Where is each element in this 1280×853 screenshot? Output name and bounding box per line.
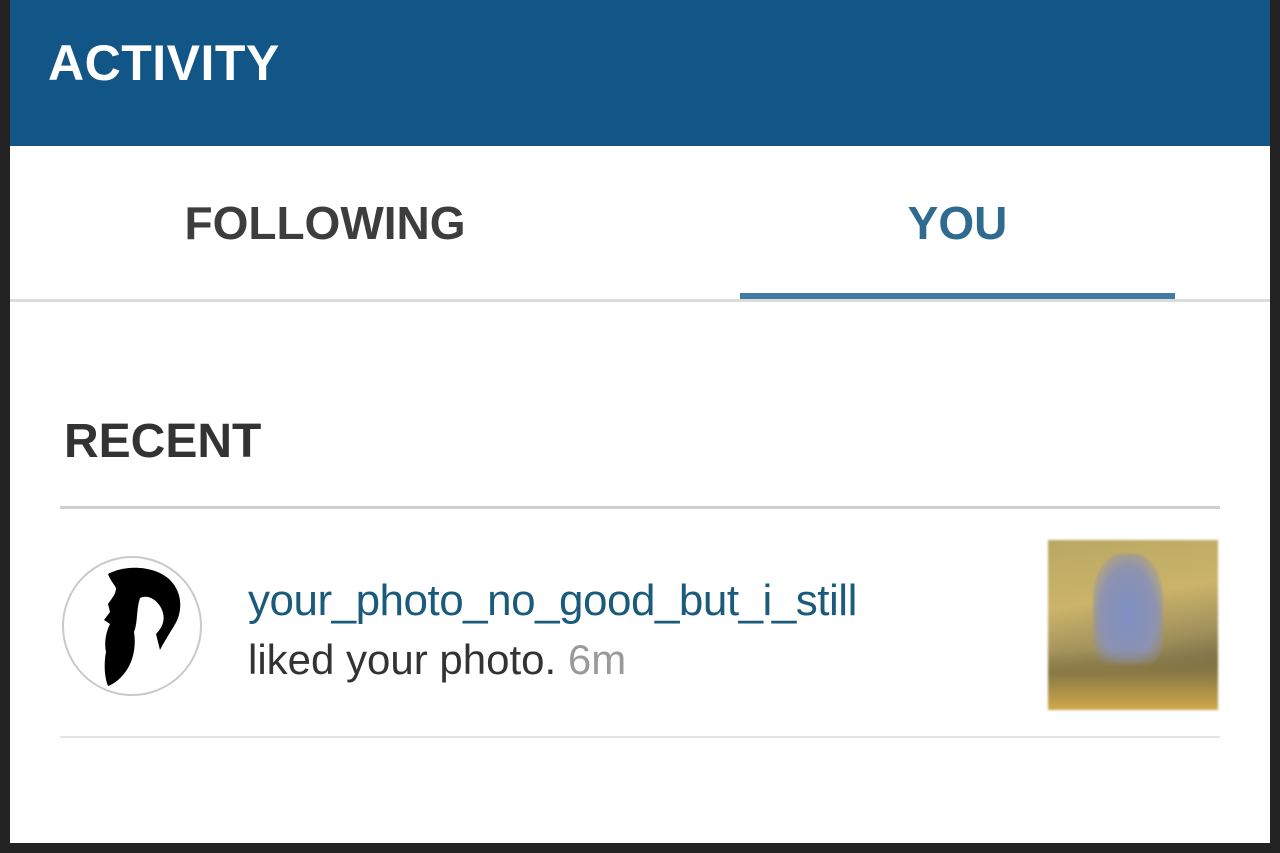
activity-timestamp: 6m (567, 636, 627, 683)
page-title: ACTIVITY (48, 35, 280, 91)
avatar[interactable] (62, 556, 202, 696)
section-divider (60, 506, 1220, 509)
activity-action: liked your photo. (248, 636, 557, 683)
list-divider (60, 736, 1220, 738)
thumbnail-figure (1093, 554, 1163, 664)
tab-you[interactable]: YOU (740, 146, 1175, 299)
thumbnail-ground (1048, 650, 1218, 710)
section-title-recent: RECENT (64, 415, 262, 468)
active-tab-indicator (740, 293, 1175, 299)
app-header: ACTIVITY (10, 0, 1270, 146)
activity-list-item[interactable]: your_photo_no_good_but_i_still liked you… (60, 520, 1220, 736)
activity-username-link[interactable]: your_photo_no_good_but_i_still (248, 576, 857, 626)
bearded-man-silhouette-icon (104, 567, 181, 686)
photo-thumbnail[interactable] (1048, 540, 1218, 710)
activity-screen: ACTIVITY FOLLOWING YOU RECENT your_photo… (10, 0, 1270, 843)
tab-bar: FOLLOWING YOU (10, 146, 1270, 302)
activity-text: liked your photo. 6m (248, 636, 626, 684)
tab-following[interactable]: FOLLOWING (10, 146, 640, 299)
